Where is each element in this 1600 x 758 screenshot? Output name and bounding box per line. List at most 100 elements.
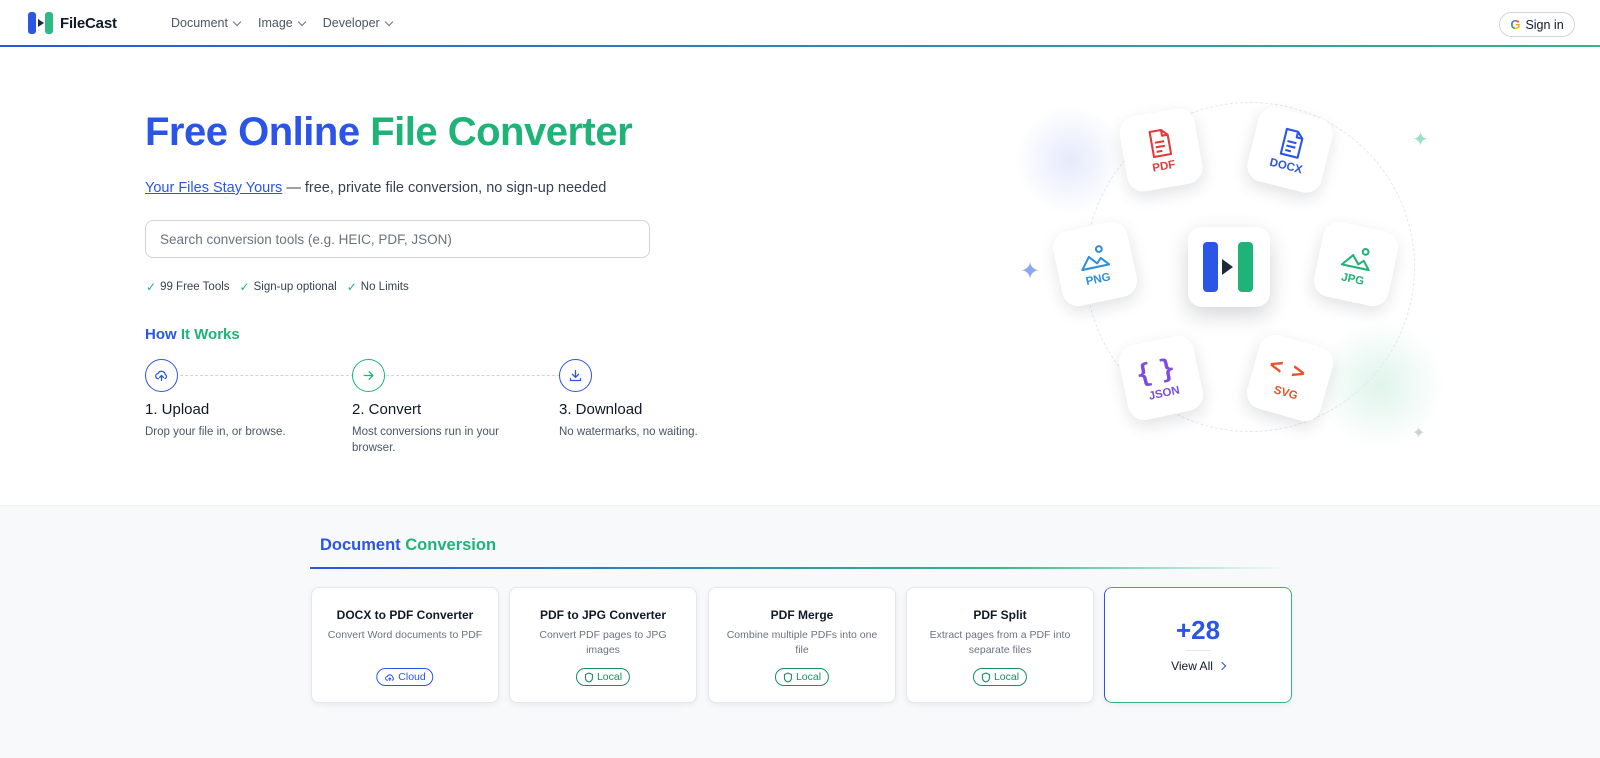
nav-developer-menu[interactable]: Developer (322, 16, 393, 30)
step-title: 2. Convert (352, 401, 422, 418)
card-title: PDF Merge (770, 608, 834, 622)
view-all-card[interactable]: +28 View All (1104, 587, 1292, 703)
hero-subtitle-text: — free, private file conversion, no sign… (282, 180, 607, 196)
step-download: 3. Download No watermarks, no waiting. (559, 359, 739, 440)
search-input[interactable] (145, 220, 650, 258)
local-badge: Local (575, 668, 631, 686)
hero-subtitle: Your Files Stay Yours — free, private fi… (145, 180, 606, 196)
hero-title: Free Online File Converter (145, 110, 633, 155)
sparkle-icon: ✦ (1412, 425, 1426, 442)
cloud-badge: Cloud (376, 668, 434, 686)
json-format-tile: {} JSON (1115, 332, 1207, 424)
feature-item: ✓ Sign-up optional (240, 280, 337, 294)
top-navbar: FileCast Document Image Developer G Sign… (0, 0, 1600, 46)
how-it-works-title: How It Works (145, 326, 240, 343)
hero-title-part1: Free Online (145, 110, 360, 154)
more-tools-count: +28 (1175, 615, 1221, 645)
tile-label: JPG (1340, 270, 1366, 288)
pdf-format-tile: PDF (1116, 105, 1206, 195)
feature-label: No Limits (360, 281, 409, 293)
card-title: DOCX to PDF Converter (336, 608, 474, 622)
chevron-down-icon (232, 17, 242, 26)
badge-label: Local (993, 671, 1020, 683)
tool-card-pdf-merge[interactable]: PDF Merge Combine multiple PDFs into one… (708, 587, 896, 703)
chevron-right-icon (1217, 661, 1227, 671)
card-description: Convert Word documents to PDF (327, 629, 483, 641)
step-description: Most conversions run in your browser. (352, 426, 500, 454)
check-icon: ✓ (239, 280, 250, 294)
feature-item: ✓ 99 Free Tools (146, 280, 230, 294)
logo-text: FileCast (60, 14, 117, 32)
local-badge: Local (972, 668, 1028, 686)
header-gradient-divider (0, 45, 1600, 47)
nav-document-label: Document (171, 16, 228, 30)
png-format-tile: PNG (1049, 218, 1141, 310)
step-upload: 1. Upload Drop your file in, or browse. (145, 359, 325, 440)
card-description: Convert PDF pages to JPG images (539, 629, 667, 656)
tool-card-pdf-to-jpg[interactable]: PDF to JPG Converter Convert PDF pages t… (509, 587, 697, 703)
view-all-link[interactable]: View All (1105, 659, 1291, 673)
sign-in-label: Sign in (1525, 17, 1564, 32)
step-title: 1. Upload (145, 401, 210, 418)
arrow-right-icon (352, 359, 385, 392)
check-icon: ✓ (146, 280, 157, 294)
badge-label: Local (795, 671, 822, 683)
nav-image-label: Image (257, 16, 293, 30)
cloud-icon (385, 674, 394, 682)
section-underline (310, 567, 1286, 569)
hero-title-part2: File Converter (370, 110, 633, 154)
main-nav: Document Image Developer (171, 16, 393, 30)
jpg-format-tile: JPG (1310, 218, 1402, 310)
sparkle-icon: ✦ (1412, 129, 1429, 151)
pdf-file-icon (1148, 128, 1173, 158)
divider (1185, 650, 1211, 651)
nav-developer-label: Developer (322, 16, 380, 30)
card-description: Extract pages from a PDF into separate f… (929, 629, 1071, 656)
shield-icon (981, 671, 990, 683)
local-badge: Local (774, 668, 830, 686)
svg-code-icon: <> (1266, 351, 1318, 389)
jpg-image-icon (1340, 247, 1370, 271)
shield-icon (584, 671, 593, 683)
feature-label: 99 Free Tools (160, 281, 230, 293)
tile-label: PDF (1151, 158, 1177, 175)
sign-in-button[interactable]: G Sign in (1499, 12, 1575, 37)
png-image-icon (1081, 244, 1111, 271)
step-description: Drop your file in, or browse. (145, 426, 286, 438)
feature-item: ✓ No Limits (347, 280, 409, 294)
section-title-part2: Conversion (405, 536, 497, 554)
upload-cloud-icon (145, 359, 178, 392)
shield-icon (783, 671, 792, 683)
sparkle-icon: ✦ (1020, 258, 1041, 285)
nav-document-menu[interactable]: Document (171, 16, 242, 30)
check-icon: ✓ (346, 280, 357, 294)
feature-label: Sign-up optional (253, 281, 337, 293)
step-convert: 2. Convert Most conversions run in your … (352, 359, 532, 456)
file-formats-illustration: PDF DOCX PNG JPG {} JSON <> SVG ✦ ✦ ✦ (1000, 90, 1460, 470)
tile-label: PNG (1084, 270, 1112, 288)
card-title: PDF Split (973, 608, 1027, 622)
filecast-center-logo-icon (1188, 227, 1270, 307)
chevron-down-icon (384, 17, 393, 26)
document-section-title: Document Conversion (320, 536, 496, 555)
tool-card-pdf-split[interactable]: PDF Split Extract pages from a PDF into … (906, 587, 1094, 703)
filecast-logo-icon (28, 12, 54, 34)
docx-file-icon (1279, 127, 1304, 159)
google-icon: G (1510, 17, 1521, 32)
tile-label: SVG (1272, 383, 1300, 403)
step-title: 3. Download (559, 401, 643, 418)
step-description: No watermarks, no waiting. (559, 426, 698, 438)
view-all-label: View All (1171, 659, 1213, 673)
feature-list: ✓ 99 Free Tools ✓ Sign-up optional ✓ No … (146, 280, 409, 294)
badge-label: Local (596, 671, 623, 683)
download-icon (559, 359, 592, 392)
tool-card-docx-to-pdf[interactable]: DOCX to PDF Converter Convert Word docum… (311, 587, 499, 703)
how-title-part1: How (145, 326, 177, 343)
chevron-down-icon (297, 17, 306, 26)
your-files-stay-yours-link[interactable]: Your Files Stay Yours (145, 180, 282, 196)
nav-image-menu[interactable]: Image (257, 16, 306, 30)
filecast-logo[interactable]: FileCast (28, 12, 117, 34)
how-title-part2: It Works (180, 326, 240, 343)
badge-label: Cloud (398, 671, 426, 683)
card-description: Combine multiple PDFs into one file (726, 629, 878, 656)
